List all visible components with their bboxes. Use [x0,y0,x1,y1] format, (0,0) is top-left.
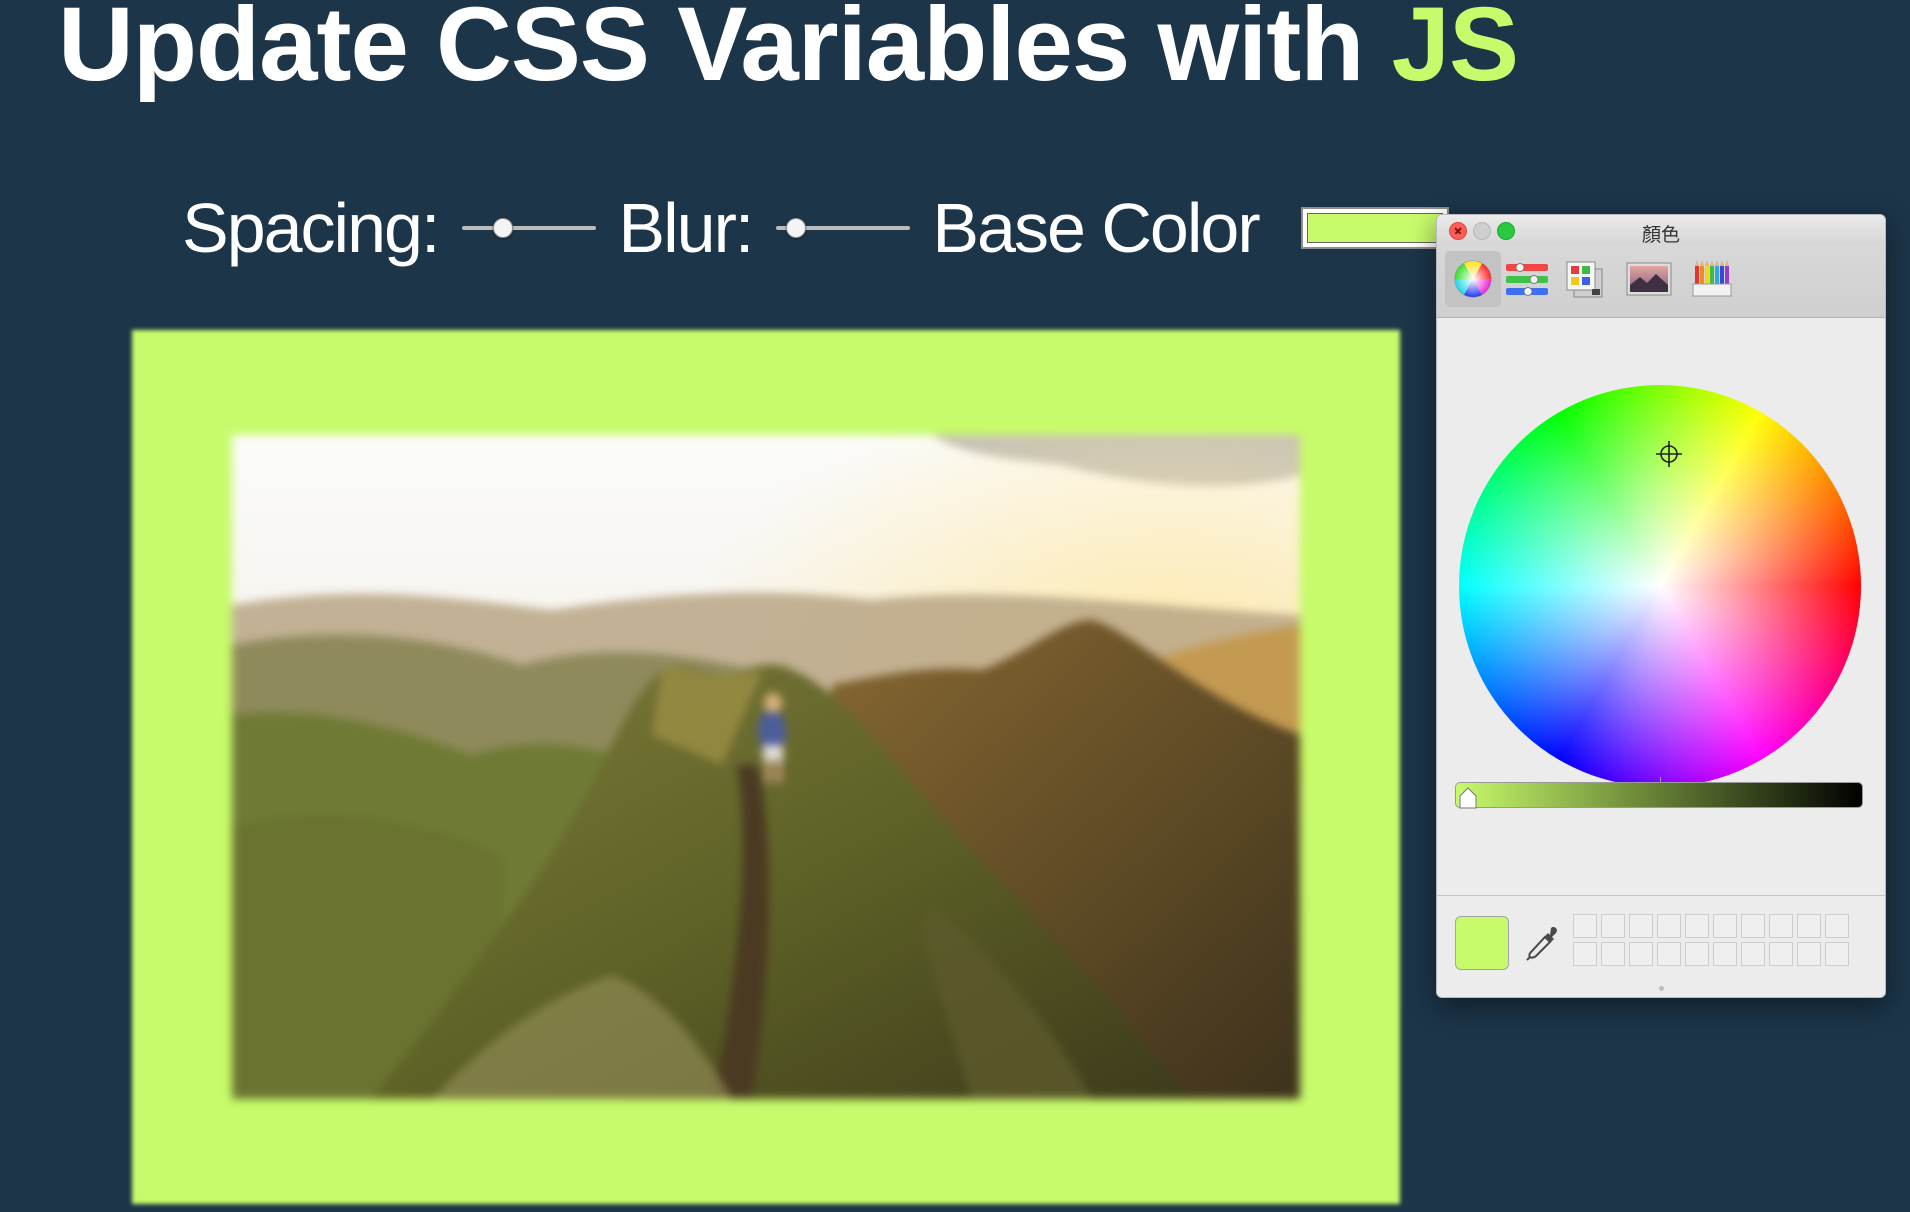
saved-swatch-cell[interactable] [1769,914,1793,938]
base-color-label: Base Color [932,189,1260,267]
saved-swatch-cell[interactable] [1685,942,1709,966]
image-palettes-icon [1626,262,1672,296]
saved-swatch-cell[interactable] [1797,914,1821,938]
pencils-tab[interactable] [1685,251,1741,307]
blur-slider-thumb[interactable] [786,218,807,238]
saved-swatch-cell[interactable] [1741,942,1765,966]
saved-swatch-cell[interactable] [1685,914,1709,938]
saved-swatch-cell[interactable] [1573,942,1597,966]
color-sliders-icon [1506,263,1548,296]
brightness-slider-knob[interactable] [1458,787,1478,809]
color-sliders-tab[interactable] [1499,251,1555,307]
page: Update CSS Variables with JS Spacing: Bl… [0,0,1910,1212]
page-title: Update CSS Variables with JS [58,0,1519,108]
image-palettes-tab[interactable] [1621,251,1677,307]
color-palettes-tab[interactable] [1557,251,1613,307]
color-picker-bottom-bar [1437,895,1885,997]
color-wheel-icon [1454,260,1492,298]
controls-bar: Spacing: Blur: Base Color [182,188,1449,268]
color-picker-title: 顏色 [1641,225,1680,246]
eyedropper-icon[interactable] [1525,924,1563,962]
saved-swatch-cell[interactable] [1601,914,1625,938]
photo-frame [132,330,1400,1204]
saved-swatch-cell[interactable] [1797,942,1821,966]
blur-slider[interactable] [776,213,911,243]
page-title-highlight: JS [1391,0,1519,103]
color-wheel-tab[interactable] [1445,251,1501,307]
spacing-slider-thumb[interactable] [492,218,513,238]
saved-swatch-cell[interactable] [1769,942,1793,966]
color-wheel-area [1437,318,1885,858]
color-picker-titlebar: 顏色 [1437,215,1885,246]
mountain-photo [232,435,1300,1099]
page-title-main: Update CSS Variables with [58,0,1392,103]
saved-swatch-cell[interactable] [1601,942,1625,966]
spacing-label: Spacing: [182,189,440,267]
spacing-slider-track [462,226,597,230]
brightness-slider[interactable] [1455,777,1863,809]
saved-swatch-cell[interactable] [1825,914,1849,938]
base-color-input[interactable] [1300,207,1449,249]
color-picker-window: 顏色 [1436,214,1886,998]
base-color-swatch [1306,213,1443,243]
color-picker-toolbar [1437,245,1885,318]
blur-label: Blur: [618,189,754,267]
spacing-slider[interactable] [462,213,597,243]
resize-handle[interactable] [1659,986,1664,991]
brightness-slider-tick [1660,777,1661,783]
saved-swatch-cell[interactable] [1657,914,1681,938]
crosshair-icon[interactable] [1656,441,1682,467]
saved-swatch-cell[interactable] [1573,914,1597,938]
saved-swatch-cell[interactable] [1629,942,1653,966]
current-color-well[interactable] [1455,916,1509,970]
saved-swatch-cell[interactable] [1657,942,1681,966]
saved-swatch-cell[interactable] [1713,942,1737,966]
saved-swatches-grid [1573,914,1849,966]
pencils-icon [1692,260,1732,297]
color-palettes-icon [1566,261,1603,298]
saved-swatch-cell[interactable] [1741,914,1765,938]
saved-swatch-cell[interactable] [1713,914,1737,938]
saved-swatch-cell[interactable] [1629,914,1653,938]
saved-swatch-cell[interactable] [1825,942,1849,966]
